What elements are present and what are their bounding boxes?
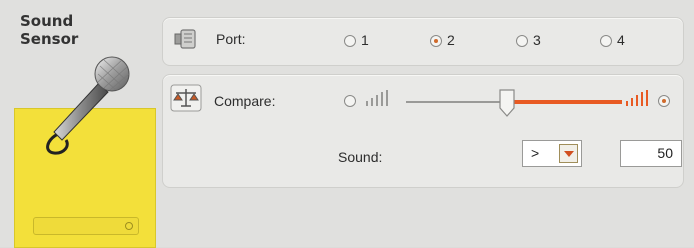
sensor-port-icon xyxy=(174,29,196,49)
port-radio-4[interactable] xyxy=(600,35,612,47)
chevron-down-icon[interactable] xyxy=(559,144,578,163)
operator-value: > xyxy=(531,145,540,161)
compare-radio-greater[interactable] xyxy=(658,95,670,107)
sound-label: Sound: xyxy=(338,149,383,165)
volume-high-icon xyxy=(626,90,648,106)
port-radio-2[interactable] xyxy=(430,35,442,47)
sound-sensor-config-panel: Sound Sensor Port: 1 2 3 4 Compare: Soun… xyxy=(0,0,694,248)
port-option-2-label: 2 xyxy=(447,32,455,48)
volume-low-icon xyxy=(366,90,388,106)
sensor-title: Sound Sensor xyxy=(20,12,79,48)
port-option-3-label: 3 xyxy=(533,32,541,48)
compare-radio-less[interactable] xyxy=(344,95,356,107)
port-label: Port: xyxy=(216,31,246,47)
slider-track-right xyxy=(514,100,622,104)
compare-label: Compare: xyxy=(214,93,276,109)
scale-compare-icon xyxy=(170,84,202,112)
microphone-icon xyxy=(46,56,130,155)
port-radio-3[interactable] xyxy=(516,35,528,47)
compare-slider-thumb[interactable] xyxy=(498,88,516,118)
sensor-block: Sound Sensor xyxy=(12,10,156,248)
port-option-1-label: 1 xyxy=(361,32,369,48)
compare-panel xyxy=(162,74,684,188)
operator-select[interactable]: > xyxy=(522,140,582,167)
port-radio-1[interactable] xyxy=(344,35,356,47)
sound-threshold-field[interactable]: 50 xyxy=(620,140,682,167)
slider-track-left xyxy=(406,101,506,103)
slot-dot-icon xyxy=(125,222,133,230)
port-option-4-label: 4 xyxy=(617,32,625,48)
sensor-slot[interactable] xyxy=(33,217,139,235)
